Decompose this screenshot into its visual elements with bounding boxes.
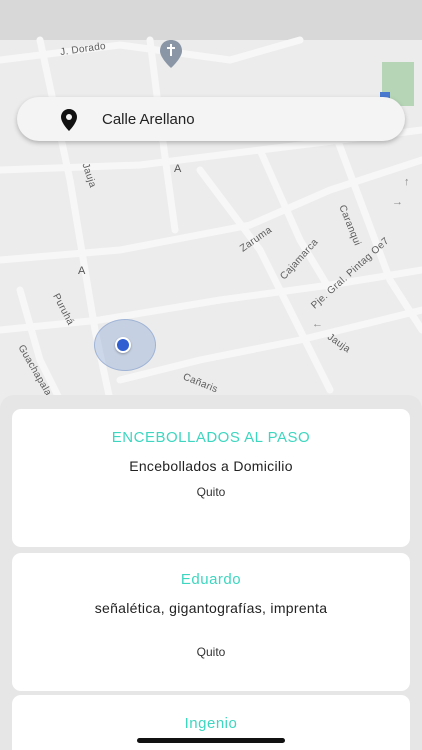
result-title: ENCEBOLLADOS AL PASO bbox=[111, 429, 311, 446]
church-icon bbox=[160, 40, 182, 68]
map-letter-a-1: A bbox=[174, 163, 182, 175]
home-indicator bbox=[137, 738, 285, 743]
result-subtitle: Encebollados a Domicilio bbox=[129, 458, 293, 474]
search-input[interactable]: Calle Arellano bbox=[102, 111, 195, 128]
result-subtitle: señalética, gigantografías, imprenta bbox=[94, 600, 328, 616]
map-roads bbox=[0, 36, 422, 400]
one-way-arrow-icon: → bbox=[392, 196, 403, 208]
result-title: Ingenio bbox=[184, 715, 238, 732]
map-letter-a-2: A bbox=[78, 265, 86, 277]
result-card[interactable]: Eduardo señalética, gigantografías, impr… bbox=[12, 553, 410, 691]
location-dot-icon bbox=[115, 337, 131, 353]
result-city: Quito bbox=[196, 645, 226, 659]
map-pin-icon bbox=[59, 109, 79, 131]
search-bar[interactable]: Calle Arellano bbox=[17, 97, 405, 141]
results-sheet: ENCEBOLLADOS AL PASO Encebollados a Domi… bbox=[0, 395, 422, 750]
result-card[interactable]: ENCEBOLLADOS AL PASO Encebollados a Domi… bbox=[12, 409, 410, 547]
result-title: Eduardo bbox=[180, 571, 242, 588]
one-way-arrow-icon: ↑ bbox=[404, 176, 410, 188]
result-city: Quito bbox=[196, 485, 226, 499]
one-way-arrow-icon: ← bbox=[312, 318, 323, 330]
